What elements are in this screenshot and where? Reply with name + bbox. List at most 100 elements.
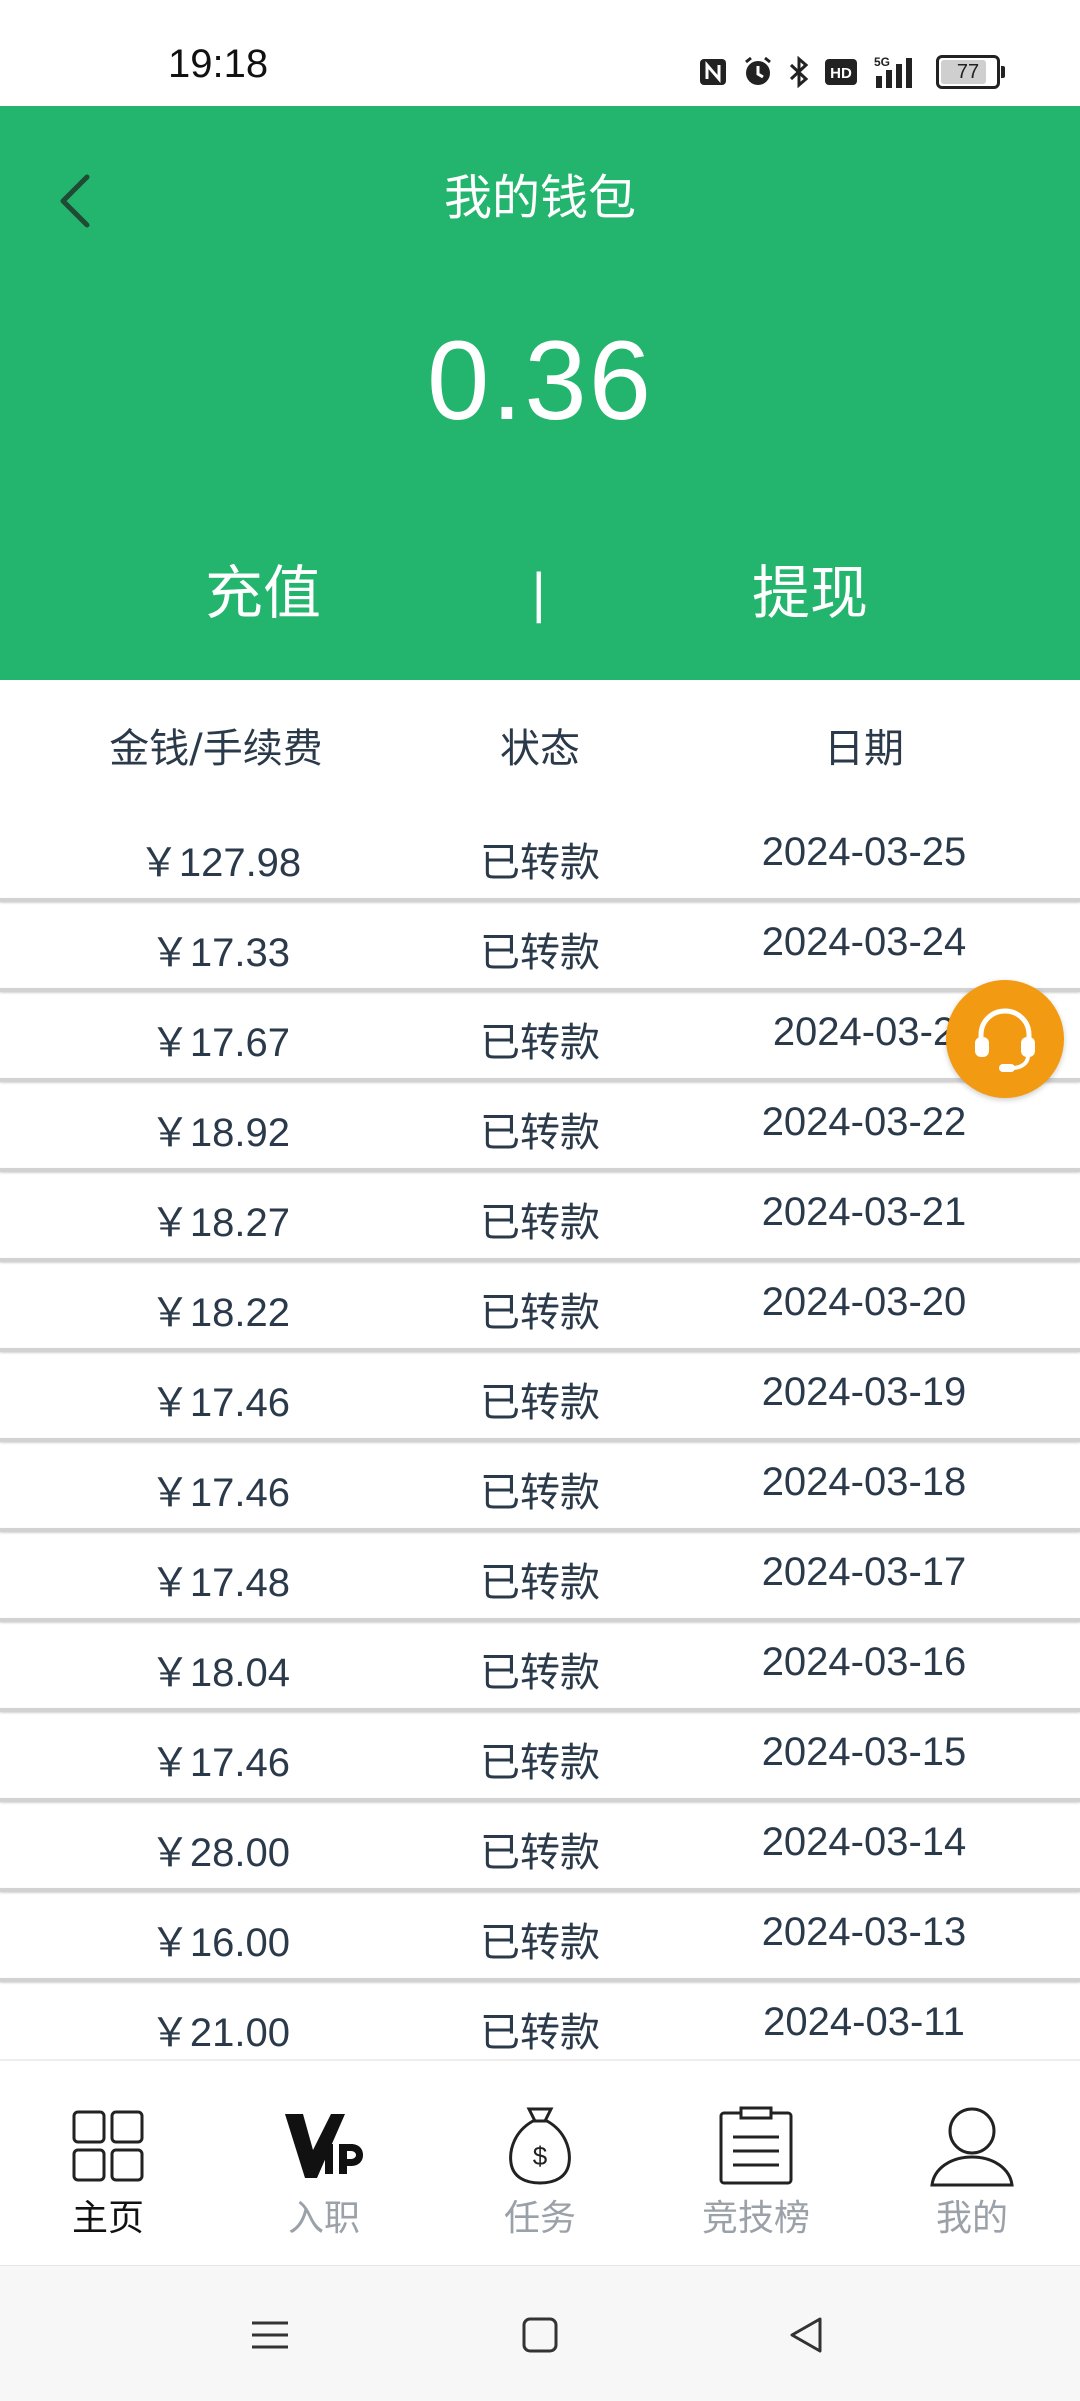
bottom-nav: 主页 入职 $ 任务 竞技榜 我的 [0,2059,1080,2267]
svg-text:$: $ [533,2141,548,2171]
wallet-balance: 0.36 [427,318,653,443]
table-row: ￥16.00 已转款 2024-03-13 [0,1892,1080,1982]
row-status: 已转款 [480,1200,600,1246]
column-header-date: 日期 [824,726,904,772]
row-status: 已转款 [480,1830,600,1876]
row-status: 已转款 [480,1380,600,1426]
row-amount: ￥16.00 [149,1921,291,1965]
row-amount: ￥17.33 [149,931,291,975]
row-amount: ￥17.46 [149,1471,291,1515]
withdraw-button[interactable]: 提现 [660,546,960,630]
row-date: 2024-03-11 [763,2000,965,2044]
svg-text:5G: 5G [874,55,890,69]
column-header-amount: 金钱/手续费 [109,726,323,772]
home-square-icon[interactable] [510,2310,570,2360]
row-date: 2024-03-18 [761,1460,967,1504]
table-row: ￥17.46 已转款 2024-03-15 [0,1712,1080,1802]
row-date: 2024-03-19 [761,1370,967,1414]
row-status: 已转款 [480,1020,600,1066]
page-title: 我的钱包 [443,170,636,226]
wallet-actions: 充值 | 提现 [0,546,1080,646]
clipboard-icon [706,2101,806,2191]
table-row: ￥18.92 已转款 2024-03-22 [0,1082,1080,1172]
row-status: 已转款 [480,1110,600,1156]
table-header: 金钱/手续费 状态 日期 [0,680,1080,810]
row-date: 2024-03-21 [761,1190,967,1234]
row-date: 2024-03-22 [761,1100,967,1144]
row-amount: ￥28.00 [149,1831,291,1875]
table-row: ￥17.33 已转款 2024-03-24 [0,902,1080,992]
grid-icon [58,2101,158,2191]
system-nav-bar [0,2265,1080,2401]
vip-icon [274,2101,374,2191]
table-row: ￥17.48 已转款 2024-03-17 [0,1532,1080,1622]
status-time: 19:18 [168,42,269,86]
nav-label-tasks: 任务 [503,2198,576,2239]
nav-label-home: 主页 [71,2198,144,2239]
alarm-icon [742,56,774,88]
row-amount: ￥17.46 [149,1381,291,1425]
5g-signal-icon: 5G [872,54,922,90]
row-status: 已转款 [480,1920,600,1966]
hd-icon: HD [824,58,858,86]
back-triangle-icon[interactable] [776,2310,836,2360]
row-date: 2024-03-17 [761,1550,967,1594]
nav-label-profile: 我的 [935,2198,1008,2239]
row-status: 已转款 [480,1470,600,1516]
row-date: 2024-03-15 [761,1730,967,1774]
nav-item-tasks[interactable]: $ 任务 [432,2061,648,2267]
status-icons: HD 5G 77 [698,48,1005,96]
row-date: 2024-03-24 [761,920,967,964]
nav-label-onboarding: 入职 [287,2198,360,2239]
table-row: ￥17.67 已转款 2024-03-2 [0,992,1080,1082]
nav-item-onboarding[interactable]: 入职 [216,2061,432,2267]
recharge-button[interactable]: 充值 [113,546,413,630]
row-status: 已转款 [480,1290,600,1336]
row-amount: ￥18.92 [149,1111,291,1155]
row-status: 已转款 [480,1560,600,1606]
row-amount: ￥18.04 [149,1651,291,1695]
row-date: 2024-03-25 [761,830,967,874]
battery-indicator: 77 [936,55,1005,89]
status-bar: 19:18 HD 5G 77 [0,0,1080,106]
nav-item-home[interactable]: 主页 [0,2061,216,2267]
headset-icon [975,1008,1035,1072]
table-row: ￥18.22 已转款 2024-03-20 [0,1262,1080,1352]
row-amount: ￥21.00 [149,2011,291,2055]
nav-label-leaderboard: 竞技榜 [701,2198,810,2239]
row-date: 2024-03-14 [761,1820,967,1864]
table-row: ￥18.04 已转款 2024-03-16 [0,1622,1080,1712]
table-row: ￥18.27 已转款 2024-03-21 [0,1172,1080,1262]
row-status: 已转款 [480,930,600,976]
row-status: 已转款 [480,2010,600,2056]
menu-icon[interactable] [240,2310,300,2360]
row-amount: ￥127.98 [138,841,302,885]
svg-text:HD: HD [830,65,852,82]
table-row: ￥28.00 已转款 2024-03-14 [0,1802,1080,1892]
money-bag-icon: $ [490,2101,590,2191]
row-date: 2024-03-16 [761,1640,967,1684]
row-date: 2024-03-13 [761,1910,967,1954]
row-date: 2024-03-20 [761,1280,967,1324]
nav-item-profile[interactable]: 我的 [864,2061,1080,2267]
customer-support-button[interactable] [946,980,1064,1098]
action-separator: | [530,564,548,624]
row-status: 已转款 [480,840,600,886]
row-amount: ￥17.46 [149,1741,291,1785]
nav-item-leaderboard[interactable]: 竞技榜 [648,2061,864,2267]
row-amount: ￥17.48 [149,1561,291,1605]
transaction-list[interactable]: ￥127.98 已转款 2024-03-25 ￥17.33 已转款 2024-03-24… [0,812,1080,2059]
row-amount: ￥17.67 [149,1021,291,1065]
row-amount: ￥18.27 [149,1201,291,1245]
row-status: 已转款 [480,1740,600,1786]
table-row: ￥17.46 已转款 2024-03-18 [0,1442,1080,1532]
table-row: ￥17.46 已转款 2024-03-19 [0,1352,1080,1442]
row-status: 已转款 [480,1650,600,1696]
bluetooth-icon [788,56,810,88]
row-amount: ￥18.22 [149,1291,291,1335]
table-row: ￥127.98 已转款 2024-03-25 [0,812,1080,902]
wallet-header: 我的钱包 0.36 充值 | 提现 [0,106,1080,680]
column-header-status: 状态 [500,726,580,772]
nfc-icon [698,57,728,87]
user-icon [922,2101,1022,2191]
